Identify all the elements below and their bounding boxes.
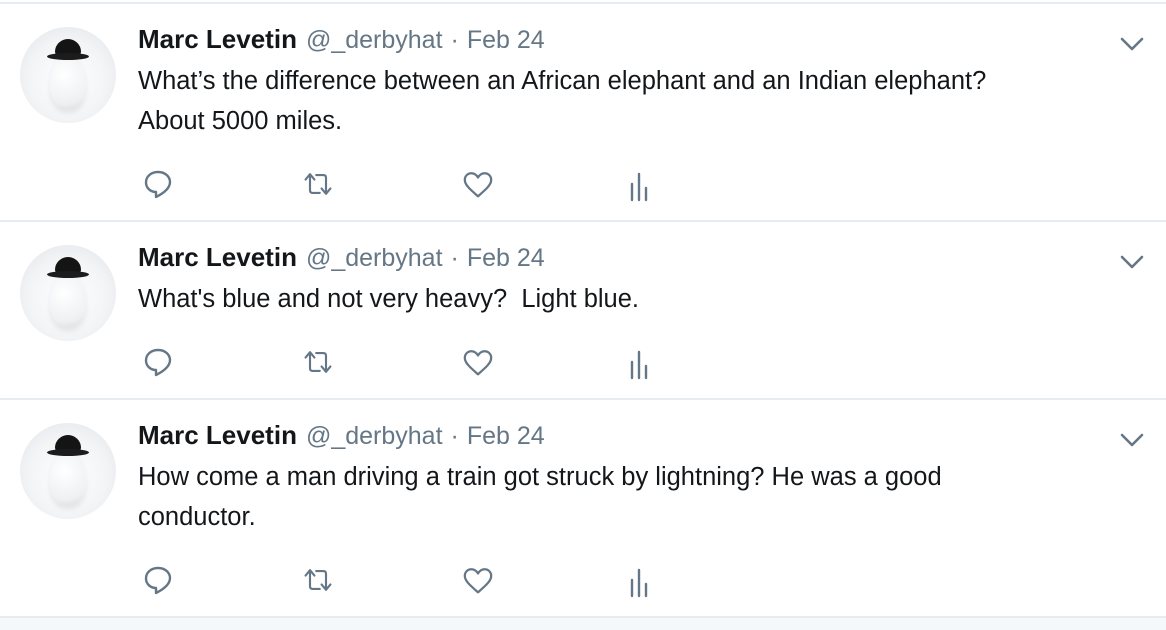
retweet-icon[interactable]: [302, 564, 334, 596]
tweet-header: Marc Levetin @_derbyhat · Feb 24: [138, 420, 545, 452]
egg-shape: [50, 449, 86, 505]
author-handle[interactable]: @_derbyhat: [306, 26, 443, 55]
derby-hat-brim: [47, 53, 89, 60]
chevron-down-icon[interactable]: [1120, 36, 1144, 52]
tweet-text: What’s the difference between an African…: [138, 61, 1098, 141]
tweet-text-line: How come a man driving a train got struc…: [138, 463, 942, 491]
tweet-text: How come a man driving a train got struc…: [138, 457, 1098, 537]
author-name[interactable]: Marc Levetin: [138, 420, 297, 451]
avatar[interactable]: [20, 245, 116, 341]
retweet-icon[interactable]: [302, 168, 334, 200]
tweet-date[interactable]: Feb 24: [467, 26, 545, 55]
separator-dot: ·: [450, 422, 459, 450]
timeline-bottom-strip: [0, 618, 1166, 630]
tweet-text-line: What's blue and not very heavy? Light bl…: [138, 285, 640, 313]
reply-icon[interactable]: [142, 564, 174, 596]
tweet-text-line: About 5000 miles.: [138, 107, 343, 135]
tweet-header: Marc Levetin @_derbyhat · Feb 24: [138, 242, 545, 274]
derby-hat-brim: [47, 271, 89, 278]
author-handle[interactable]: @_derbyhat: [306, 422, 443, 451]
reply-icon[interactable]: [142, 346, 174, 378]
tweet-text-line: What’s the difference between an African…: [138, 67, 987, 95]
tweet-3[interactable]: Marc Levetin @_derbyhat · Feb 24 How com…: [0, 400, 1166, 616]
analytics-icon[interactable]: [623, 348, 655, 380]
author-handle[interactable]: @_derbyhat: [306, 244, 443, 273]
author-name[interactable]: Marc Levetin: [138, 242, 297, 273]
tweet-text-line: conductor.: [138, 503, 256, 531]
avatar[interactable]: [20, 27, 116, 123]
retweet-icon[interactable]: [302, 346, 334, 378]
tweet-date[interactable]: Feb 24: [467, 244, 545, 273]
separator-dot: ·: [450, 26, 459, 54]
tweet-2[interactable]: Marc Levetin @_derbyhat · Feb 24 What's …: [0, 222, 1166, 398]
tweet-date[interactable]: Feb 24: [467, 422, 545, 451]
tweet-text: What's blue and not very heavy? Light bl…: [138, 279, 1098, 319]
analytics-icon[interactable]: [623, 170, 655, 202]
derby-hat-brim: [47, 449, 89, 456]
analytics-icon[interactable]: [623, 566, 655, 598]
tweet-timeline: Marc Levetin @_derbyhat · Feb 24 What’s …: [0, 0, 1166, 630]
chevron-down-icon[interactable]: [1120, 254, 1144, 270]
egg-shape: [50, 271, 86, 327]
chevron-down-icon[interactable]: [1120, 432, 1144, 448]
like-icon[interactable]: [462, 347, 494, 379]
like-icon[interactable]: [462, 169, 494, 201]
tweet-1[interactable]: Marc Levetin @_derbyhat · Feb 24 What’s …: [0, 0, 1166, 220]
egg-shape: [50, 53, 86, 109]
avatar[interactable]: [20, 423, 116, 519]
reply-icon[interactable]: [142, 168, 174, 200]
like-icon[interactable]: [462, 565, 494, 597]
author-name[interactable]: Marc Levetin: [138, 24, 297, 55]
separator-dot: ·: [450, 244, 459, 272]
tweet-header: Marc Levetin @_derbyhat · Feb 24: [138, 24, 545, 56]
